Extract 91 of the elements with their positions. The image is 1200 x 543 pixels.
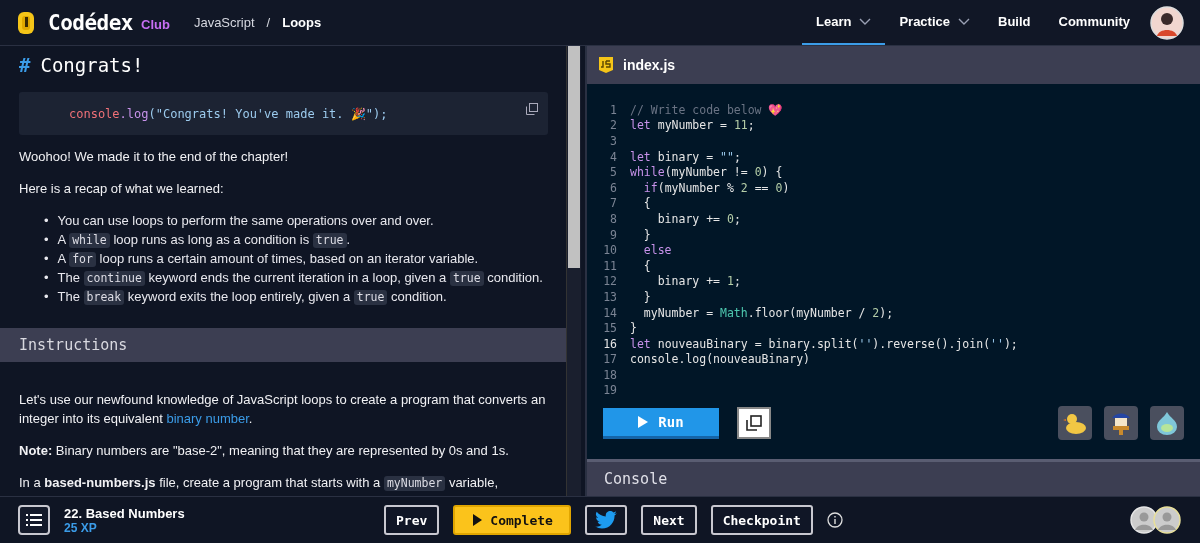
user-avatars-icon	[1130, 506, 1182, 534]
paragraph: Let's use our newfound knowledge of JavaScript loops to create a program that converts an integer into its equivalent binary number.	[19, 391, 547, 428]
file-tab[interactable]: index.js	[623, 57, 676, 73]
nav-button[interactable]: Prev	[384, 505, 440, 535]
nav-link[interactable]: Community	[1044, 0, 1144, 45]
code-line: }	[642, 289, 651, 304]
paragraph: In a based-numbers.js file, create a program that starts with a myNumber variable,	[19, 474, 500, 492]
line-number: 9	[609, 227, 618, 242]
code-line: {	[642, 258, 651, 273]
lesson-title: 22. Based Numbers	[64, 505, 186, 521]
code-line: console.log(nouveauBinary)	[630, 352, 810, 367]
line-number: 16	[602, 336, 618, 351]
code-line: while(myNumber != 0) {	[630, 165, 783, 180]
instructions-title: Instructions	[19, 336, 128, 354]
code-line: }	[630, 321, 637, 336]
play-icon	[638, 415, 649, 428]
code-line: let nouveauBinary = binary.split('').reverse().join('');	[630, 336, 1018, 351]
bullet: •	[44, 269, 49, 287]
nav-link[interactable]: Build	[984, 0, 1045, 45]
bird-icon	[595, 511, 618, 529]
code-line: myNumber = Math.floor(myNumber / 2);	[642, 305, 894, 320]
code-line: console.log("Congrats! You've made it. 🎉");	[69, 106, 388, 121]
console-title: Console	[604, 470, 668, 488]
line-number: 8	[609, 211, 618, 226]
line-number: 7	[609, 196, 618, 211]
chevron-down-icon	[859, 17, 872, 26]
copy-icon	[746, 415, 762, 432]
line-number: 10	[602, 243, 618, 258]
code-line: let binary = "";	[630, 149, 741, 164]
line-number: 11	[602, 258, 618, 273]
list-item: The continue keyword ends the current iteration in a loop, given a true condition.	[57, 269, 543, 287]
code-line: if(myNumber % 2 == 0)	[642, 180, 790, 195]
line-number: 12	[602, 274, 618, 289]
line-number: 5	[609, 165, 618, 180]
play-icon	[473, 514, 483, 526]
bullet: •	[44, 250, 49, 268]
site-logo[interactable]: Codédex	[48, 10, 133, 35]
scrollbar-thumb[interactable]	[568, 46, 580, 268]
line-number: 2	[609, 118, 618, 133]
lesson-list-button[interactable]	[18, 505, 50, 535]
club-label: Club	[141, 16, 170, 32]
line-number: 13	[602, 289, 618, 304]
hat-figure-icon[interactable]	[1104, 406, 1138, 441]
breadcrumb-separator: /	[266, 15, 271, 30]
user-avatar[interactable]	[1150, 5, 1184, 40]
code-line: let myNumber = 11;	[630, 118, 755, 133]
complete-button[interactable]: Complete	[453, 505, 572, 535]
heading-mark: #	[19, 54, 31, 76]
copy-button[interactable]	[737, 407, 771, 440]
line-number: 18	[602, 367, 618, 382]
line-number: 6	[609, 180, 618, 195]
copy-icon[interactable]	[526, 103, 538, 115]
share-button[interactable]	[585, 505, 628, 535]
bullet: •	[44, 212, 49, 230]
nav-button[interactable]: Checkpoint	[710, 505, 813, 535]
paragraph: Woohoo! We made it to the end of the chapter!	[19, 148, 290, 166]
js-file-icon	[599, 57, 613, 73]
code-line: // Write code below 💖	[630, 102, 783, 117]
breadcrumb-link[interactable]: Loops	[282, 15, 322, 30]
bullet: •	[44, 288, 49, 306]
line-number: 15	[602, 321, 618, 336]
coin-logo-icon	[16, 10, 36, 35]
xp-label: 25 XP	[64, 520, 98, 535]
code-line: binary += 0;	[656, 211, 741, 226]
code-line: }	[642, 227, 651, 242]
line-number: 4	[609, 149, 618, 164]
duck-icon[interactable]	[1058, 406, 1092, 441]
code-line: {	[642, 196, 651, 211]
line-number: 3	[609, 134, 618, 148]
paragraph: Note: Binary numbers are "base-2", meaning that they are represented by 0s and 1s.	[19, 442, 510, 460]
info-icon[interactable]	[826, 512, 843, 528]
line-number: 1	[609, 102, 618, 117]
code-line: else	[642, 243, 672, 258]
list-item: A while loop runs as long as a condition is true .	[57, 231, 351, 249]
list-icon	[26, 513, 42, 527]
list-item: The break keyword exits the loop entirely, given a true condition.	[57, 288, 447, 306]
breadcrumb-link[interactable]: JavaScript	[193, 15, 255, 30]
line-number: 14	[602, 305, 618, 320]
binary-number-link[interactable]: binary number	[166, 411, 249, 426]
chevron-down-icon	[958, 17, 970, 26]
line-number: 19	[602, 383, 618, 398]
nav-button[interactable]: Next	[641, 505, 697, 535]
list-item: A for loop runs a certain amount of times, based on an iterator variable.	[57, 250, 479, 268]
code-line: binary += 1;	[656, 274, 741, 289]
list-item: You can use loops to perform the same operations over and over.	[57, 212, 434, 230]
blob-creature-icon[interactable]	[1150, 406, 1184, 441]
line-number: 17	[602, 352, 618, 367]
paragraph: Here is a recap of what we learned:	[19, 180, 225, 198]
lesson-heading: Congrats!	[40, 54, 144, 76]
bullet: •	[44, 231, 49, 249]
nav-link[interactable]: Practice	[885, 0, 984, 45]
